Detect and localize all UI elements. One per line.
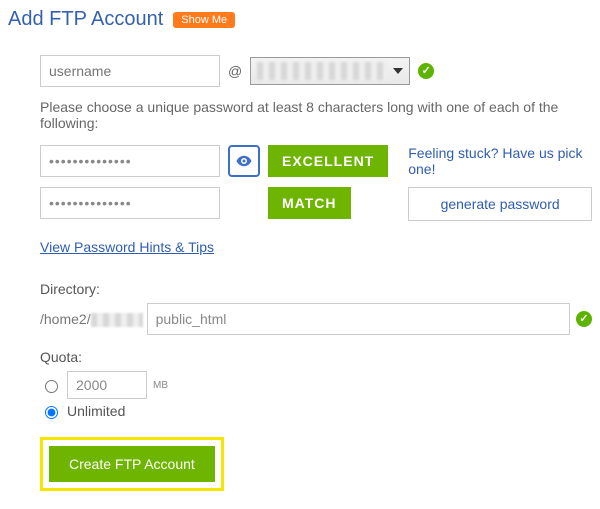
password-instruction: Please choose a unique password at least…	[40, 99, 592, 131]
check-icon	[576, 311, 592, 327]
check-icon	[418, 63, 434, 79]
quota-unit: MB	[153, 380, 168, 391]
domain-select[interactable]	[250, 57, 410, 85]
generate-password-button[interactable]: generate password	[408, 187, 592, 221]
password-confirm-input[interactable]	[40, 187, 220, 219]
toggle-password-visibility[interactable]	[228, 145, 260, 177]
quota-size-input[interactable]	[67, 371, 147, 399]
quota-unlimited-radio[interactable]	[45, 406, 58, 419]
eye-icon	[235, 152, 253, 170]
password-hints-link[interactable]: View Password Hints & Tips	[40, 239, 592, 255]
directory-blur	[91, 313, 143, 327]
directory-input[interactable]	[147, 303, 570, 335]
at-symbol: @	[228, 63, 242, 79]
directory-prefix: /home2/	[40, 311, 147, 327]
password-strength-badge: EXCELLENT	[268, 145, 388, 177]
quota-label: Quota:	[40, 349, 592, 365]
directory-label: Directory:	[40, 281, 592, 297]
chevron-down-icon	[393, 68, 403, 74]
page-title: Add FTP Account	[8, 8, 163, 31]
password-input[interactable]	[40, 145, 220, 177]
username-input[interactable]	[40, 55, 220, 87]
quota-unlimited-label: Unlimited	[67, 403, 125, 419]
create-highlight: Create FTP Account	[40, 437, 224, 491]
show-me-button[interactable]: Show Me	[173, 12, 235, 28]
domain-blur	[257, 62, 387, 80]
quota-size-radio[interactable]	[45, 380, 58, 393]
feeling-stuck-link[interactable]: Feeling stuck? Have us pick one!	[408, 145, 592, 177]
password-match-badge: MATCH	[268, 187, 351, 219]
create-ftp-account-button[interactable]: Create FTP Account	[49, 446, 215, 482]
